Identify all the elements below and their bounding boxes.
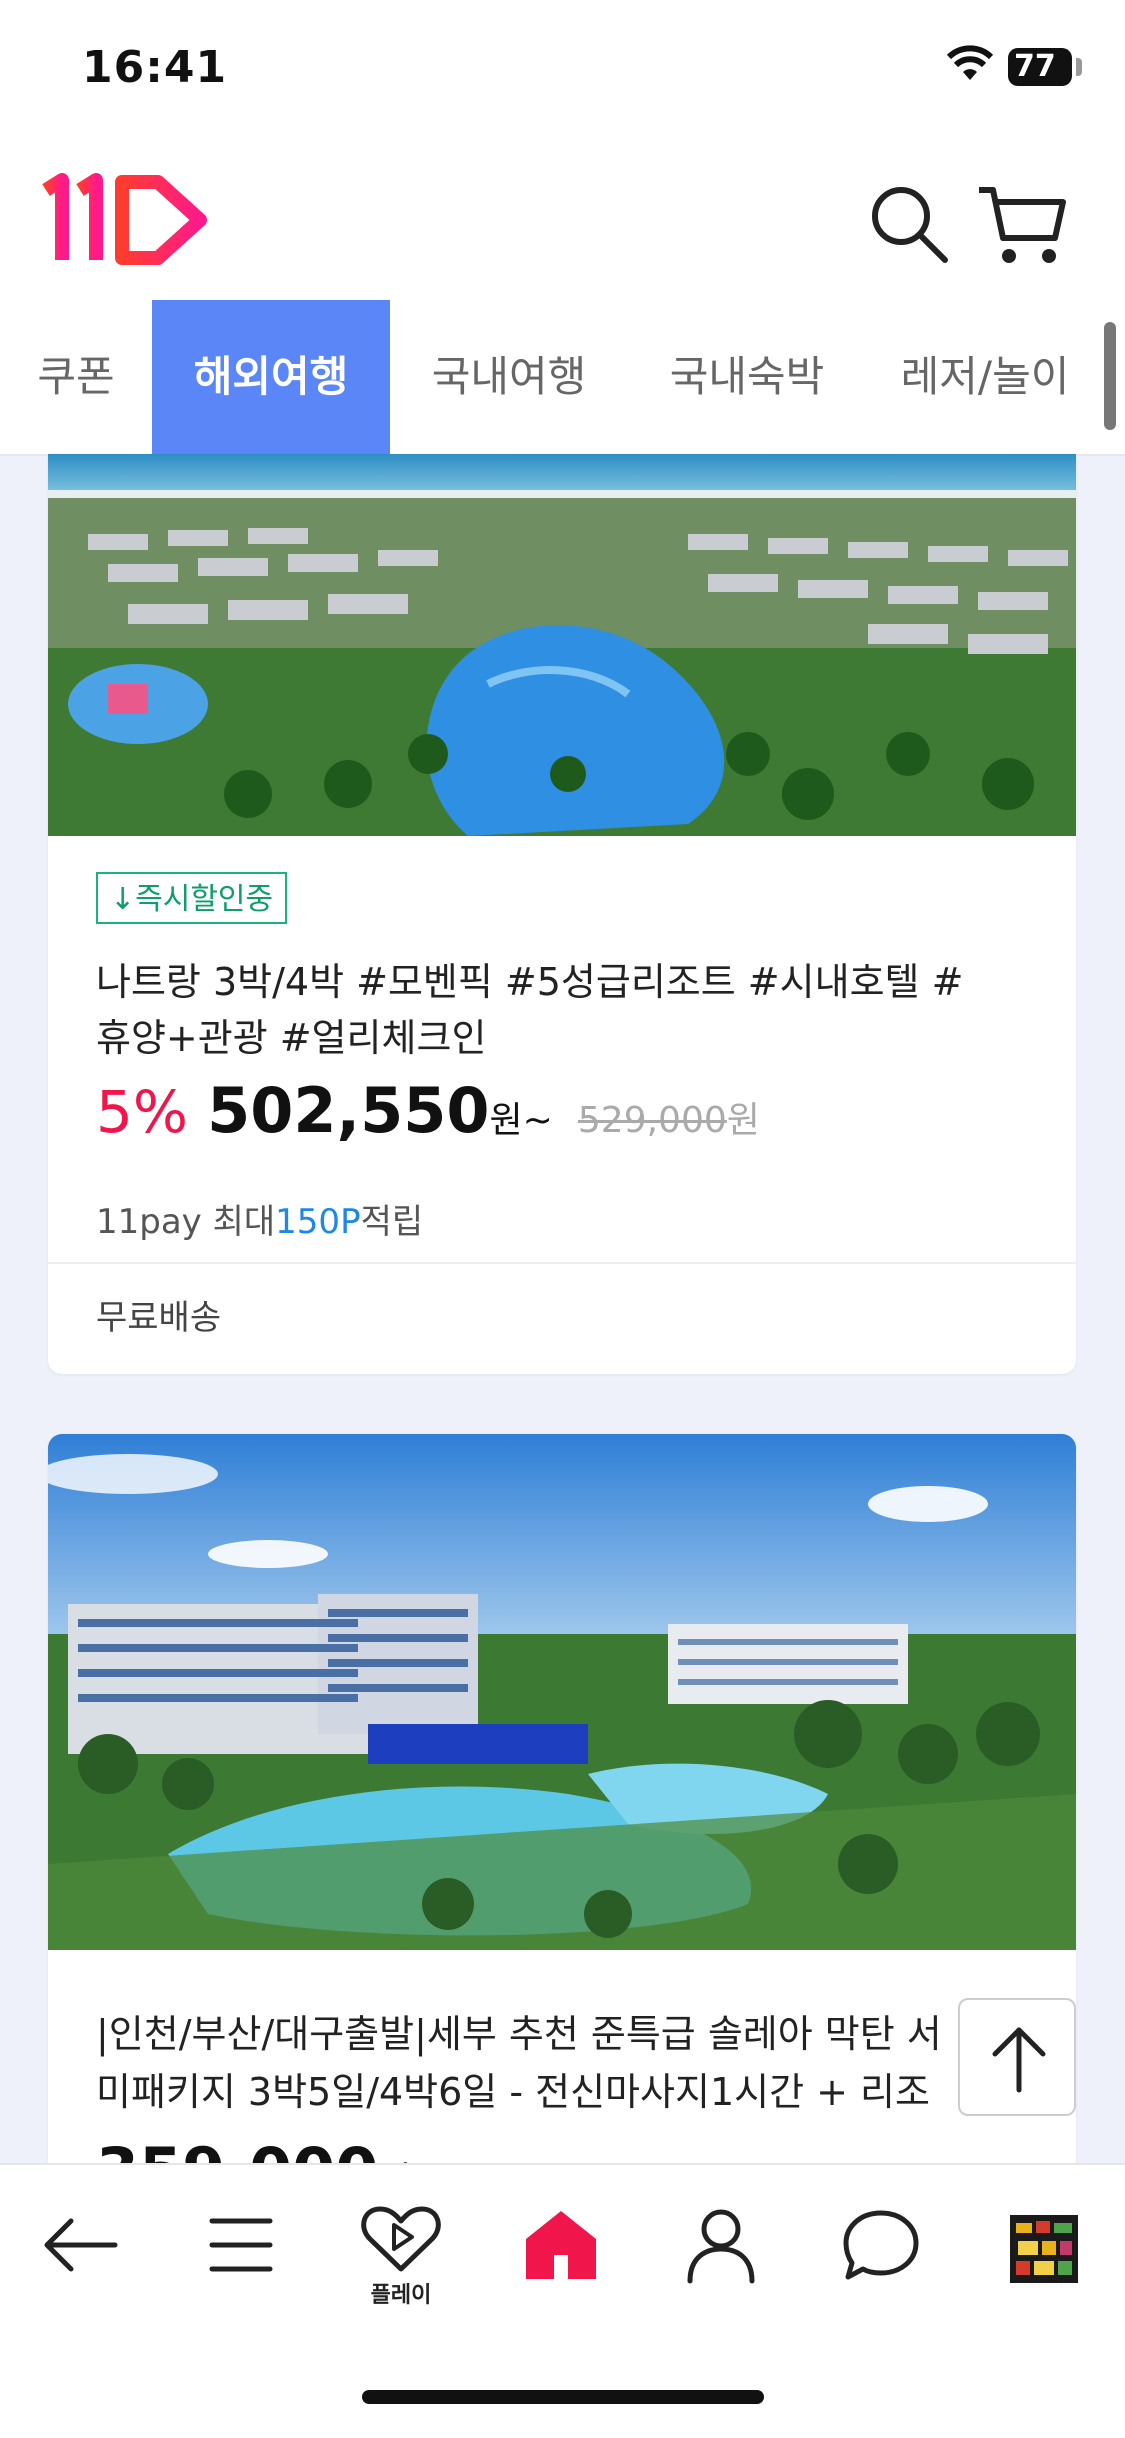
- pay-suffix: 적립: [360, 1202, 424, 1242]
- wifi-icon: [946, 45, 994, 80]
- price-suffix: 원~: [489, 1100, 553, 1141]
- product-title-line2[interactable]: 휴양+관광 #얼리체크인: [96, 1010, 1036, 1066]
- nav-chat[interactable]: [826, 2205, 936, 2315]
- tab-domestic-stay[interactable]: 국내숙박: [628, 300, 866, 454]
- menu-icon: [209, 2218, 273, 2272]
- product-title-line2[interactable]: 미패키지 3박5일/4박6일 - 전신마사지1시간 + 리조: [96, 2064, 1036, 2120]
- product-card[interactable]: |인천/부산/대구출발|세부 추천 준특급 솔레아 막탄 서 미패키지 3박5일…: [48, 1434, 1076, 2214]
- nav-play-label: 플레이: [370, 2283, 432, 2308]
- cart-icon[interactable]: [975, 180, 1070, 270]
- battery-icon: 77: [1008, 48, 1072, 86]
- tab-coupon[interactable]: 쿠폰: [0, 300, 152, 454]
- nav-home[interactable]: [506, 2205, 616, 2315]
- sale-price: 502,550: [207, 1074, 490, 1147]
- pay-points-row: 11pay 최대150P적립: [96, 1194, 423, 1243]
- battery-tip: [1076, 58, 1082, 76]
- tab-domestic-travel[interactable]: 국내여행: [390, 300, 628, 454]
- search-icon[interactable]: [865, 180, 955, 270]
- nav-back[interactable]: [25, 2205, 135, 2315]
- original-price: 529,000: [577, 1100, 727, 1141]
- divider: [48, 1262, 1076, 1264]
- home-indicator: [362, 2390, 764, 2404]
- product-image[interactable]: [48, 1434, 1076, 1950]
- nav-menu[interactable]: [186, 2205, 296, 2315]
- recent-item-thumbnail-icon[interactable]: [1010, 2215, 1078, 2283]
- instant-discount-badge: ↓즉시할인중: [96, 872, 288, 924]
- arrow-up-icon: [992, 2027, 1046, 2093]
- status-time: 16:41: [82, 42, 228, 93]
- pay-prefix: 11pay 최대: [96, 1202, 276, 1242]
- category-tabs: 쿠폰 해외여행 국내여행 국내숙박 레저/놀이: [0, 300, 1125, 456]
- product-title-line1[interactable]: |인천/부산/대구출발|세부 추천 준특급 솔레아 막탄 서: [96, 2006, 1036, 2062]
- discount-rate: 5%: [96, 1078, 189, 1146]
- nav-play[interactable]: 플레이: [346, 2205, 456, 2315]
- app-header: [0, 140, 1125, 302]
- pay-points: 150P: [275, 1202, 361, 1242]
- scroll-to-top-button[interactable]: [958, 1998, 1076, 2116]
- shipping-info: 무료배송: [96, 1298, 222, 1338]
- tabs-scrollbar[interactable]: [1104, 322, 1116, 430]
- product-image[interactable]: [48, 454, 1076, 836]
- play-heart-icon: [361, 2206, 441, 2272]
- 11st-logo[interactable]: [40, 170, 215, 270]
- back-arrow-icon: [44, 2218, 118, 2272]
- nav-my[interactable]: [666, 2205, 776, 2315]
- home-icon: [526, 2211, 596, 2279]
- original-price-suffix: 원: [726, 1100, 760, 1141]
- product-card[interactable]: ↓즉시할인중 나트랑 3박/4박 #모벤픽 #5성급리조트 #시내호텔 # 휴양…: [48, 454, 1076, 1374]
- chat-bubble-icon: [843, 2210, 919, 2280]
- tab-overseas-travel[interactable]: 해외여행: [152, 300, 390, 454]
- tab-leisure[interactable]: 레저/놀이: [866, 300, 1104, 454]
- price-row: 5% 502,550원~ 529,000원: [96, 1074, 760, 1164]
- product-title-line1[interactable]: 나트랑 3박/4박 #모벤픽 #5성급리조트 #시내호텔 #: [96, 954, 1036, 1010]
- status-bar: 16:41 77: [0, 0, 1125, 140]
- user-icon: [687, 2209, 755, 2284]
